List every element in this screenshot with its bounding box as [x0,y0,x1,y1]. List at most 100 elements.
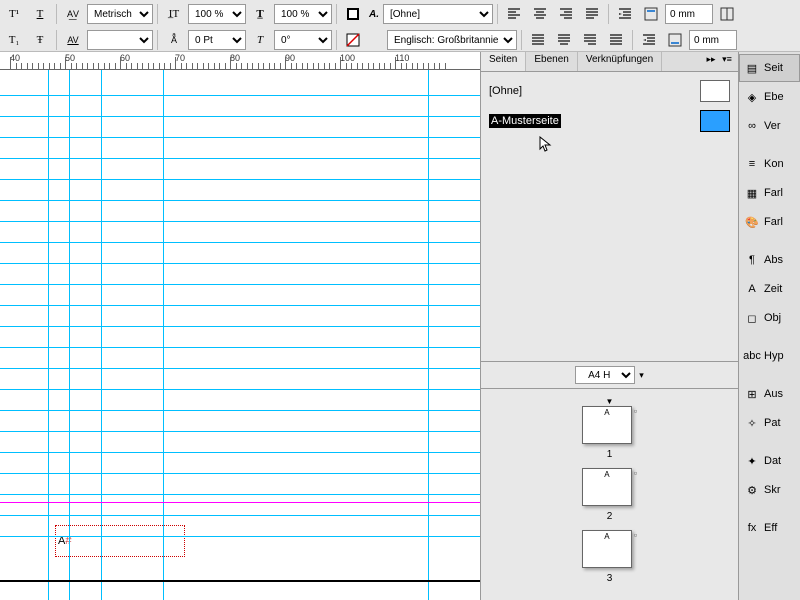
char-style-select[interactable]: [Ohne] [383,4,493,24]
justify-full-button[interactable] [604,29,628,51]
dock-item-fx[interactable]: fxEff [739,514,800,542]
dock-item-layers[interactable]: ◈Ebe [739,83,800,111]
guide-vertical[interactable] [69,70,70,600]
align-icon: ⊞ [744,386,760,402]
tab-verknuepfungen[interactable]: Verknüpfungen [578,52,662,71]
tracking-select[interactable] [87,30,153,50]
guide-horizontal[interactable] [0,347,480,348]
dock-item-data[interactable]: ✦Dat [739,447,800,475]
ruler-label: 90 [285,53,295,63]
skew-icon: T [248,29,272,51]
strikethrough-button[interactable]: Ŧ [28,29,52,51]
kerning-button[interactable]: A͟V [61,3,85,25]
dock-item-stroke[interactable]: ≡Kon [739,150,800,178]
language-select[interactable]: Englisch: Großbritannien [387,30,517,50]
justify-all-center-button[interactable] [552,29,576,51]
vertical-scale-icon[interactable]: I̲T [162,3,186,25]
guide-horizontal[interactable] [0,116,480,117]
guide-horizontal[interactable] [0,410,480,411]
align-left-button[interactable] [502,3,526,25]
panel-collapse-button[interactable]: ▸▸ [704,52,718,66]
master-item-none[interactable]: [Ohne] [485,76,734,106]
guide-horizontal[interactable] [0,515,480,516]
tab-seiten[interactable]: Seiten [481,52,526,71]
page-thumb-box[interactable]: A [582,406,632,444]
fill-swatch-button[interactable] [341,3,365,25]
dock-item-para[interactable]: ¶Abs [739,246,800,274]
stroke-swatch-button[interactable] [341,29,365,51]
guide-horizontal[interactable] [0,326,480,327]
guide-horizontal[interactable] [0,242,480,243]
horizontal-scale-select[interactable]: 100 % [274,4,332,24]
guide-horizontal[interactable] [0,137,480,138]
dock-item-char[interactable]: AZeit [739,275,800,303]
inset-bottom-input[interactable] [689,30,737,50]
superscript-t1-button[interactable]: T¹ [2,3,26,25]
dock-item-script[interactable]: ⚙Skr [739,476,800,504]
horizontal-ruler[interactable]: 405060708090100110 [0,52,480,70]
tab-ebenen[interactable]: Ebenen [526,52,577,71]
columns-icon-button[interactable] [715,3,739,25]
page-thumb[interactable]: A▫2 [489,468,730,522]
align-right-button[interactable] [554,3,578,25]
guide-horizontal[interactable] [0,473,480,474]
guide-horizontal[interactable] [0,179,480,180]
document-canvas[interactable]: 405060708090100110 A# [0,52,480,600]
units-select[interactable]: Metrisch [87,4,153,24]
guide-horizontal[interactable] [0,95,480,96]
guide-horizontal[interactable] [0,284,480,285]
spread-marker-icon: ▼ [489,397,730,406]
justify-all-left-button[interactable] [526,29,550,51]
align-justify-button[interactable] [580,3,604,25]
guide-vertical[interactable] [428,70,429,600]
page-size-bar: A4 H ▾ [481,361,738,389]
horizontal-scale-icon[interactable]: T̲ [248,3,272,25]
outdent-button[interactable] [637,29,661,51]
dock-item-hyper[interactable]: abcHyp [739,342,800,370]
justify-all-right-button[interactable] [578,29,602,51]
page-thumb[interactable]: A▫3 [489,530,730,584]
page-size-dropdown-icon[interactable]: ▾ [639,370,644,381]
dock-item-pages[interactable]: ▤Seit [739,54,800,82]
subscript-button[interactable]: T₁ [2,29,26,51]
vertical-scale-select[interactable]: 100 % [188,4,246,24]
panel-menu-button[interactable]: ▾≡ [720,52,734,66]
data-icon: ✦ [744,453,760,469]
page-size-select[interactable]: A4 H [575,366,635,384]
guide-horizontal[interactable] [0,158,480,159]
underline-button[interactable]: T [28,3,52,25]
guide-horizontal[interactable] [0,200,480,201]
page-thumb[interactable]: A▫1 [489,406,730,460]
inset-top-input[interactable] [665,4,713,24]
tracking-button[interactable]: AV [61,29,85,51]
dock-item-color[interactable]: 🎨Farl [739,208,800,236]
guide-vertical[interactable] [163,70,164,600]
guide-horizontal[interactable] [0,431,480,432]
dock-item-path[interactable]: ✧Pat [739,409,800,437]
guide-horizontal[interactable] [0,389,480,390]
guide-horizontal[interactable] [0,305,480,306]
ruler-label: 60 [120,53,130,63]
guide-vertical[interactable] [48,70,49,600]
dock-item-obj[interactable]: ◻Obj [739,304,800,332]
guide-horizontal[interactable] [0,494,480,495]
guide-vertical[interactable] [101,70,102,600]
skew-input[interactable]: 0° [274,30,332,50]
guide-horizontal[interactable] [0,263,480,264]
page-thumb-box[interactable]: A [582,530,632,568]
align-center-button[interactable] [528,3,552,25]
guide-horizontal[interactable] [0,452,480,453]
dock-item-swatches[interactable]: ▦Farl [739,179,800,207]
page-number-text-frame[interactable]: A# [55,525,185,557]
page-edge [0,580,480,582]
dock-item-links[interactable]: ∞Ver [739,112,800,140]
indent-button[interactable] [613,3,637,25]
margin-guide[interactable] [0,502,480,503]
baseline-shift-input[interactable]: 0 Pt [188,30,246,50]
dock-item-align[interactable]: ⊞Aus [739,380,800,408]
guide-horizontal[interactable] [0,368,480,369]
master-item-a[interactable]: A-Musterseite [485,106,734,136]
guide-horizontal[interactable] [0,221,480,222]
guide-horizontal[interactable] [0,536,480,537]
page-thumb-box[interactable]: A [582,468,632,506]
